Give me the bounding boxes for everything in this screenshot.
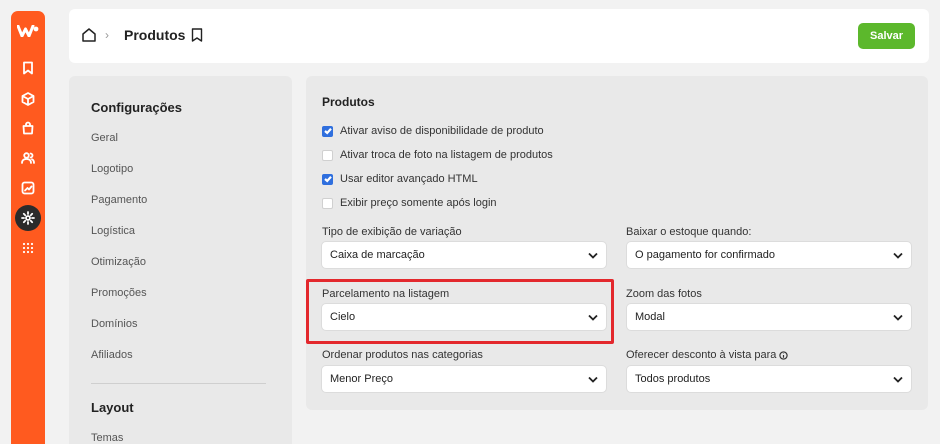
checkbox-row-troca-foto[interactable]: Ativar troca de foto na listagem de prod… — [322, 149, 553, 161]
field-label-desconto: Oferecer desconto à vista para — [626, 349, 789, 361]
sidebar-item-dominios[interactable]: Domínios — [91, 318, 137, 330]
select-desconto[interactable]: Todos produtos — [626, 365, 912, 393]
bookmark-page-icon[interactable] — [191, 28, 203, 42]
sidebar-item-logistica[interactable]: Logística — [91, 225, 135, 237]
select-value: Todos produtos — [635, 373, 711, 385]
select-ordenar[interactable]: Menor Preço — [321, 365, 607, 393]
gear-icon[interactable] — [15, 205, 41, 231]
select-value: O pagamento for confirmado — [635, 249, 776, 261]
chevron-down-icon — [588, 376, 598, 383]
chevron-down-icon — [893, 252, 903, 259]
checkbox-label: Exibir preço somente após login — [340, 197, 497, 209]
field-label-ordenar: Ordenar produtos nas categorias — [322, 349, 483, 361]
checkbox-checked[interactable] — [322, 173, 333, 185]
home-icon[interactable] — [81, 27, 97, 43]
checkbox-row-editor-html[interactable]: Usar editor avançado HTML — [322, 173, 478, 185]
select-value: Menor Preço — [330, 373, 393, 385]
products-panel: Produtos Ativar aviso de disponibilidade… — [306, 76, 928, 410]
field-label-text: Oferecer desconto à vista para — [626, 349, 777, 361]
select-zoom[interactable]: Modal — [626, 303, 912, 331]
page-title: Produtos — [124, 27, 186, 43]
bookmark-icon[interactable] — [19, 59, 37, 77]
sidebar-item-afiliados[interactable]: Afiliados — [91, 349, 133, 361]
chevron-down-icon — [588, 252, 598, 259]
sidebar-item-promocoes[interactable]: Promoções — [91, 287, 147, 299]
settings-sidebar: Configurações Geral Logotipo Pagamento L… — [69, 76, 292, 444]
field-label-estoque: Baixar o estoque quando: — [626, 226, 752, 238]
field-label-variacao: Tipo de exibição de variação — [322, 226, 462, 238]
users-icon[interactable] — [19, 149, 37, 167]
app-rail — [11, 11, 45, 444]
highlight-box — [306, 279, 614, 344]
select-variacao[interactable]: Caixa de marcação — [321, 241, 607, 269]
checkbox-row-disponibilidade[interactable]: Ativar aviso de disponibilidade de produ… — [322, 125, 544, 137]
sidebar-item-pagamento[interactable]: Pagamento — [91, 194, 147, 206]
bag-icon[interactable] — [19, 119, 37, 137]
logo-icon — [17, 25, 39, 37]
select-value: Caixa de marcação — [330, 249, 425, 261]
checkbox-label: Ativar aviso de disponibilidade de produ… — [340, 125, 544, 137]
checkbox-label: Ativar troca de foto na listagem de prod… — [340, 149, 553, 161]
chart-icon[interactable] — [19, 179, 37, 197]
sidebar-item-geral[interactable]: Geral — [91, 132, 118, 144]
panel-title: Produtos — [322, 95, 375, 109]
checkbox-checked[interactable] — [322, 125, 333, 137]
top-bar: › Produtos Salvar — [69, 9, 929, 63]
section-title-configuracoes: Configurações — [91, 100, 183, 115]
chevron-down-icon — [893, 314, 903, 321]
section-title-layout: Layout — [91, 400, 134, 415]
grid-icon[interactable] — [19, 239, 37, 257]
breadcrumb-separator: › — [105, 28, 109, 42]
checkbox-row-preco-login[interactable]: Exibir preço somente após login — [322, 197, 497, 209]
save-button[interactable]: Salvar — [858, 23, 915, 49]
field-label-zoom: Zoom das fotos — [626, 288, 702, 300]
chevron-down-icon — [893, 376, 903, 383]
box-icon[interactable] — [19, 90, 37, 108]
select-estoque[interactable]: O pagamento for confirmado — [626, 241, 912, 269]
sidebar-item-otimizacao[interactable]: Otimização — [91, 256, 146, 268]
checkbox-unchecked[interactable] — [322, 149, 333, 161]
info-icon[interactable] — [779, 350, 789, 360]
sidebar-item-logotipo[interactable]: Logotipo — [91, 163, 133, 175]
select-value: Modal — [635, 311, 665, 323]
sidebar-item-temas[interactable]: Temas — [91, 432, 123, 444]
checkbox-unchecked[interactable] — [322, 197, 333, 209]
sidebar-divider — [91, 383, 266, 384]
checkbox-label: Usar editor avançado HTML — [340, 173, 478, 185]
